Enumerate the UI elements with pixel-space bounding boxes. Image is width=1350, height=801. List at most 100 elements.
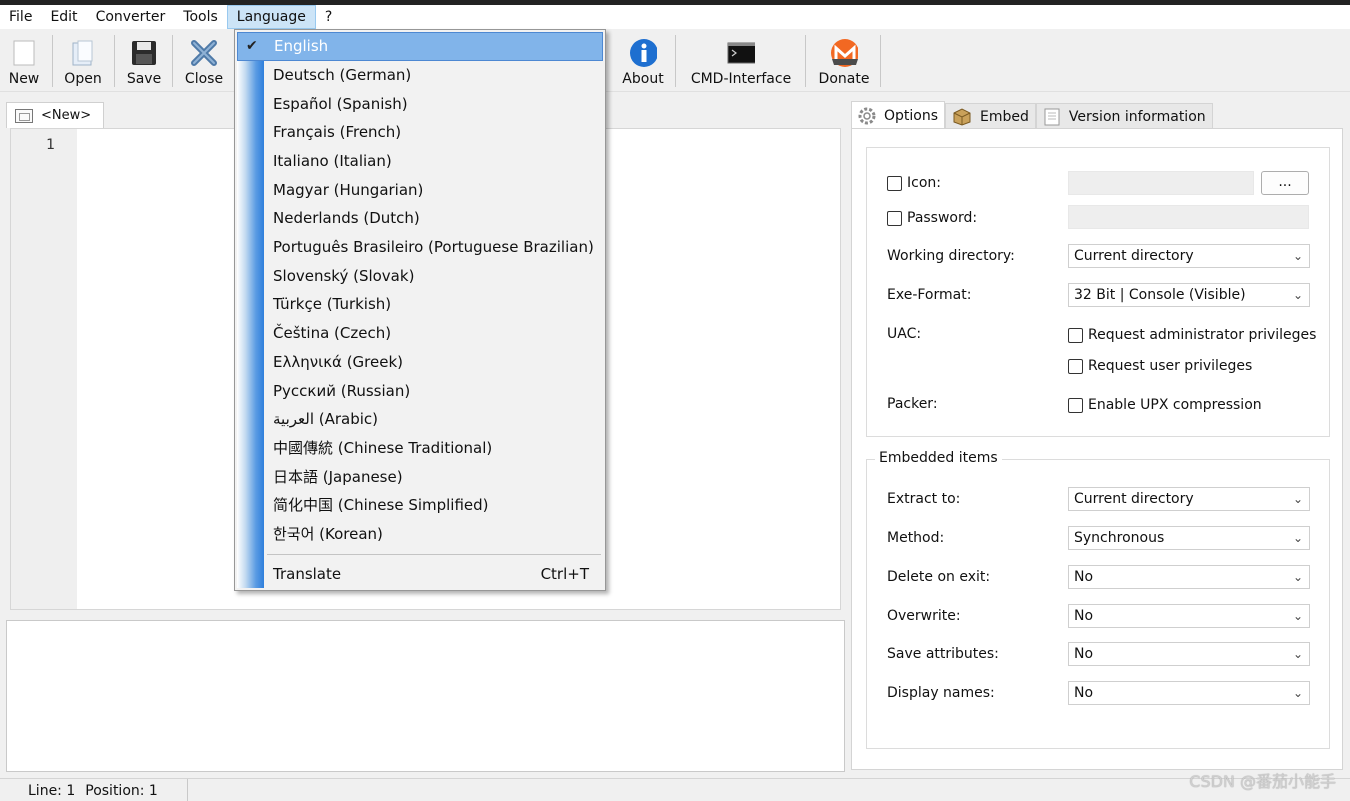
cursor-status: Line: 1 Position: 1 — [6, 779, 188, 801]
save-button-label: Save — [126, 71, 162, 87]
language-item-hungarian[interactable]: Magyar (Hungarian) — [237, 176, 603, 205]
donate-button-label: Donate — [818, 71, 870, 87]
language-item-russian[interactable]: Русский (Russian) — [237, 377, 603, 406]
document-tab[interactable]: <New> — [6, 102, 104, 128]
checkbox-box — [1068, 358, 1083, 374]
chevron-down-icon: ⌄ — [1292, 249, 1303, 263]
browse-icon-button[interactable]: ... — [1261, 171, 1309, 195]
toolbar: New Open Save Close About CMD-Interface — [0, 29, 1350, 92]
tab-version-information-label: Version information — [1068, 108, 1206, 125]
close-button-label: Close — [184, 71, 224, 87]
exe-format-select[interactable]: 32 Bit | Console (Visible) ⌄ — [1068, 283, 1310, 307]
open-button[interactable]: Open — [60, 33, 106, 89]
document-icon — [1044, 108, 1060, 125]
language-item-turkish[interactable]: Türkçe (Turkish) — [237, 290, 603, 319]
open-folder-icon — [69, 39, 97, 67]
cmd-interface-label: CMD-Interface — [690, 71, 792, 87]
language-item-spanish[interactable]: Español (Spanish) — [237, 90, 603, 119]
overwrite-select[interactable]: No ⌄ — [1068, 604, 1310, 628]
uac-user-checkbox[interactable]: Request user privileges — [1068, 358, 1252, 374]
chevron-down-icon: ⌄ — [1292, 570, 1303, 584]
uac-user-label: Request user privileges — [1088, 358, 1253, 374]
tab-embed[interactable]: Embed — [945, 103, 1036, 129]
chevron-down-icon: ⌄ — [1292, 531, 1303, 545]
uac-label: UAC: — [887, 326, 922, 342]
packer-label: Packer: — [887, 396, 938, 412]
menu-converter[interactable]: Converter — [87, 5, 175, 29]
save-attributes-value: No — [1074, 646, 1094, 662]
icon-path-field[interactable] — [1068, 171, 1254, 195]
uac-admin-checkbox[interactable]: Request administrator privileges — [1068, 327, 1316, 343]
floppy-disk-icon — [130, 39, 158, 67]
extract-to-label: Extract to: — [887, 491, 961, 507]
checkbox-box — [1068, 327, 1083, 343]
password-label: Password: — [907, 210, 978, 226]
password-checkbox[interactable]: Password: — [887, 210, 977, 226]
upx-checkbox[interactable]: Enable UPX compression — [1068, 397, 1262, 413]
cmd-interface-button[interactable]: CMD-Interface — [684, 33, 798, 89]
language-item-slovak[interactable]: Slovenský (Slovak) — [237, 262, 603, 291]
translate-menu-item[interactable]: Translate Ctrl+T — [237, 560, 603, 589]
tab-options[interactable]: Options — [851, 101, 946, 129]
tab-version-information[interactable]: Version information — [1035, 103, 1213, 129]
toolbar-separator — [172, 35, 173, 87]
watermark: CSDN @番茄小能手 — [1189, 772, 1336, 791]
delete-on-exit-select[interactable]: No ⌄ — [1068, 565, 1310, 589]
language-item-chinese-simplified[interactable]: 简化中国 (Chinese Simplified) — [237, 491, 603, 520]
language-item-italian[interactable]: Italiano (Italian) — [237, 147, 603, 176]
language-dropdown-menu: ✔ English Deutsch (German) Español (Span… — [234, 29, 606, 591]
settings-tabs: Options Embed Version information — [851, 101, 1213, 129]
donate-button[interactable]: Donate — [814, 33, 874, 89]
language-item-greek[interactable]: Ελληνικά (Greek) — [237, 348, 603, 377]
language-item-dutch[interactable]: Nederlands (Dutch) — [237, 204, 603, 233]
menu-language[interactable]: Language — [226, 5, 316, 29]
chevron-down-icon: ⌄ — [1292, 288, 1303, 302]
embedded-items-title: Embedded items — [875, 450, 1002, 466]
about-button-label: About — [622, 71, 664, 87]
language-item-german[interactable]: Deutsch (German) — [237, 61, 603, 90]
menu-help[interactable]: ? — [316, 5, 341, 29]
display-names-label: Display names: — [887, 685, 995, 701]
display-names-value: No — [1074, 685, 1094, 701]
checkmark-icon: ✔ — [246, 38, 258, 54]
checkbox-box — [887, 175, 902, 191]
line-number: 1 — [46, 137, 55, 153]
menu-tools[interactable]: Tools — [174, 5, 227, 29]
menubar: File Edit Converter Tools Language ? — [0, 5, 1350, 29]
about-button[interactable]: About — [618, 33, 668, 89]
save-attributes-select[interactable]: No ⌄ — [1068, 642, 1310, 666]
extract-to-select[interactable]: Current directory ⌄ — [1068, 487, 1310, 511]
working-directory-label: Working directory: — [887, 248, 1015, 264]
tab-embed-label: Embed — [980, 108, 1029, 125]
language-item-japanese[interactable]: 日本語 (Japanese) — [237, 463, 603, 492]
tab-options-label: Options — [884, 107, 939, 124]
toolbar-separator — [805, 35, 806, 87]
language-item-chinese-traditional[interactable]: 中國傳統 (Chinese Traditional) — [237, 434, 603, 463]
language-item-english[interactable]: ✔ English — [237, 32, 603, 61]
exe-format-value: 32 Bit | Console (Visible) — [1074, 287, 1246, 303]
language-item-french[interactable]: Français (French) — [237, 118, 603, 147]
menu-edit[interactable]: Edit — [41, 5, 86, 29]
display-names-select[interactable]: No ⌄ — [1068, 681, 1310, 705]
output-panel[interactable] — [6, 620, 845, 772]
new-button[interactable]: New — [4, 33, 44, 89]
line-status: Line: 1 — [28, 782, 76, 799]
password-field[interactable] — [1068, 205, 1309, 229]
new-file-icon — [10, 39, 38, 67]
save-button[interactable]: Save — [122, 33, 166, 89]
language-item-label: English — [274, 37, 329, 55]
language-item-czech[interactable]: Čeština (Czech) — [237, 319, 603, 348]
chevron-down-icon: ⌄ — [1292, 609, 1303, 623]
language-item-korean[interactable]: 한국어 (Korean) — [237, 520, 603, 549]
chevron-down-icon: ⌄ — [1292, 686, 1303, 700]
overwrite-label: Overwrite: — [887, 608, 961, 624]
delete-on-exit-label: Delete on exit: — [887, 569, 991, 585]
language-item-portuguese-brazilian[interactable]: Português Brasileiro (Portuguese Brazili… — [237, 233, 603, 262]
menu-file[interactable]: File — [0, 5, 41, 29]
working-directory-select[interactable]: Current directory ⌄ — [1068, 244, 1310, 268]
method-select[interactable]: Synchronous ⌄ — [1068, 526, 1310, 550]
icon-checkbox[interactable]: Icon: — [887, 175, 941, 191]
toolbar-separator — [880, 35, 881, 87]
close-button[interactable]: Close — [180, 33, 228, 89]
language-item-arabic[interactable]: العربية (Arabic) — [237, 405, 603, 434]
